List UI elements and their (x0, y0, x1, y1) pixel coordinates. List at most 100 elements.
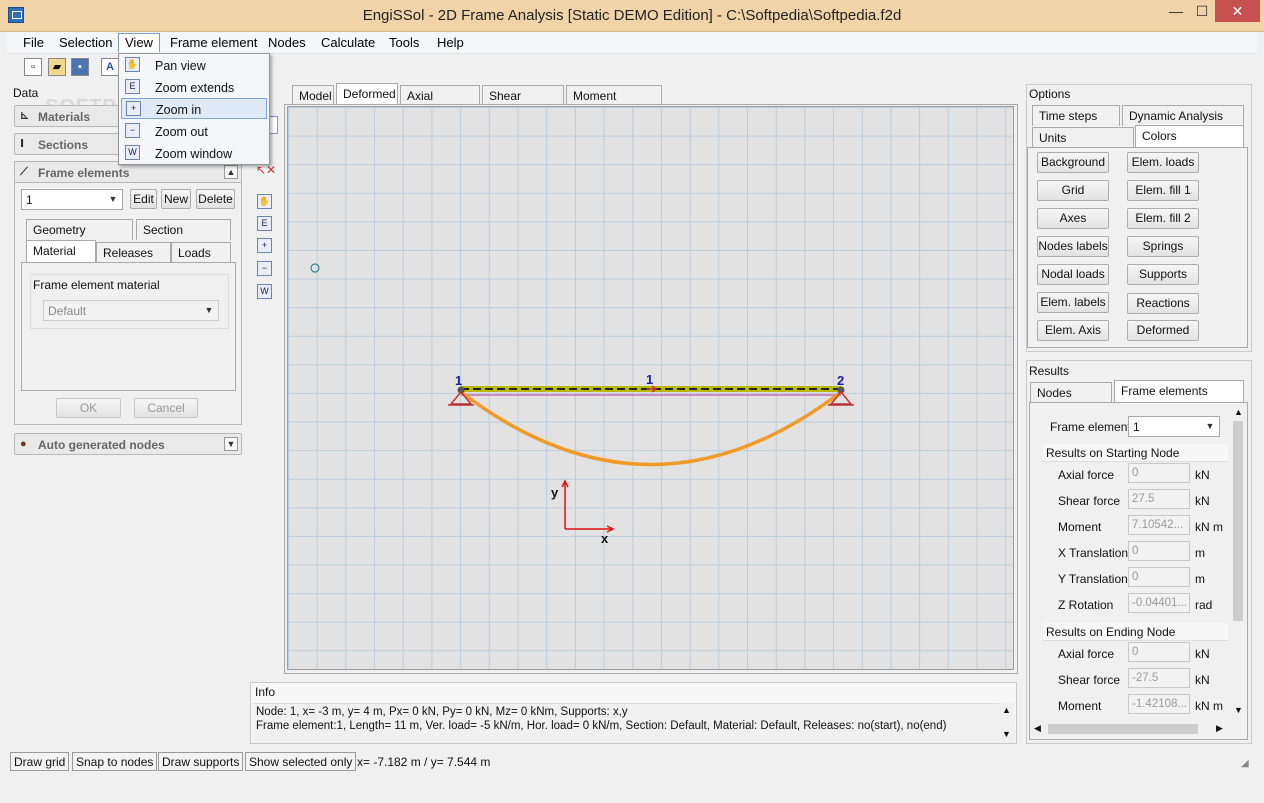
results-frame-element-select[interactable]: 1 ▼ (1128, 416, 1220, 437)
draw-supports-toggle[interactable]: Draw supports (158, 752, 244, 771)
tab-loads[interactable]: Loads (171, 242, 231, 263)
zoom-extends-icon: E (125, 79, 140, 94)
analysis-icon[interactable]: A (101, 58, 119, 76)
group-auto-generated-nodes[interactable]: ● Auto generated nodes ▼ (14, 433, 242, 455)
minimize-button[interactable]: — (1163, 0, 1189, 22)
color-elem-loads-button[interactable]: Elem. loads (1127, 152, 1199, 173)
color-supports-button[interactable]: Supports (1127, 264, 1199, 285)
snap-to-nodes-toggle[interactable]: Snap to nodes (72, 752, 158, 771)
tab-shear-diagram[interactable]: Shear diagram (482, 85, 564, 117)
close-button[interactable]: ✕ (1215, 0, 1260, 22)
cancel-button[interactable]: Cancel (134, 398, 198, 418)
results-vertical-scrollbar[interactable]: ▲ ▼ (1230, 403, 1246, 719)
menu-calculate[interactable]: Calculate (315, 34, 381, 53)
resize-grip-icon[interactable]: ◢ (1241, 758, 1249, 769)
start-shear-label: Shear force (1058, 494, 1121, 508)
menu-nodes[interactable]: Nodes (262, 34, 312, 53)
color-springs-button[interactable]: Springs (1127, 236, 1199, 257)
tab-colors[interactable]: Colors (1135, 125, 1244, 148)
chevron-up-icon[interactable]: ▲ (1002, 705, 1011, 715)
maximize-button[interactable]: ☐ (1189, 0, 1215, 22)
info-line-2: Frame element:1, Length= 11 m, Ver. load… (256, 720, 947, 732)
menu-bar: File Selection View Frame element Nodes … (7, 32, 1257, 54)
menu-item-zoom-in[interactable]: + Zoom in (121, 98, 267, 119)
new-file-icon[interactable]: ▫ (24, 58, 42, 76)
menu-item-zoom-extends[interactable]: E Zoom extends (121, 77, 267, 98)
scroll-thumb[interactable] (1233, 421, 1243, 621)
hand-icon[interactable]: ✋ (257, 194, 272, 209)
color-elem-axis-button[interactable]: Elem. Axis (1037, 320, 1109, 341)
tab-model[interactable]: Model (292, 85, 334, 106)
end-shear-unit: kN (1195, 673, 1210, 687)
menu-item-zoom-out[interactable]: − Zoom out (121, 121, 267, 142)
window-title: EngiSSol - 2D Frame Analysis [Static DEM… (362, 7, 902, 24)
open-folder-icon[interactable]: ▰ (48, 58, 66, 76)
materials-icon: ⊾ (20, 110, 30, 122)
chevron-down-icon[interactable]: ▼ (1234, 705, 1243, 715)
tab-dynamic-analysis[interactable]: Dynamic Analysis (1122, 105, 1244, 126)
info-text-area[interactable]: Node: 1, x= -3 m, y= 4 m, Px= 0 kN, Py= … (253, 703, 999, 743)
color-background-button[interactable]: Background (1037, 152, 1109, 173)
tab-axial-diagram[interactable]: Axial diagram (400, 85, 480, 117)
chevron-left-icon[interactable]: ◀ (1034, 723, 1041, 734)
delete-button[interactable]: Delete (196, 189, 235, 209)
tab-geometry[interactable]: Geometry (26, 219, 133, 240)
results-horizontal-scrollbar[interactable]: ◀ ▶ (1030, 721, 1230, 737)
end-results-title: Results on Ending Node (1043, 623, 1228, 641)
chevron-down-icon[interactable]: ▼ (1002, 729, 1011, 739)
chevron-down-icon[interactable]: ▼ (224, 437, 238, 451)
tab-frame-elements[interactable]: Frame elements (1114, 380, 1244, 403)
color-reactions-button[interactable]: Reactions (1127, 293, 1199, 314)
color-elem-labels-button[interactable]: Elem. labels (1037, 292, 1109, 313)
node-label-2: 2 (837, 373, 844, 388)
save-icon[interactable]: ▪ (71, 58, 89, 76)
tab-time-steps[interactable]: Time steps (1032, 105, 1120, 126)
color-elem-fill-1-button[interactable]: Elem. fill 1 (1127, 180, 1199, 201)
end-axial-label: Axial force (1058, 647, 1115, 661)
edit-button[interactable]: Edit (130, 189, 157, 209)
color-grid-button[interactable]: Grid (1037, 180, 1109, 201)
tab-releases[interactable]: Releases (96, 242, 171, 263)
material-select[interactable]: Default ▼ (43, 300, 219, 321)
hscroll-thumb[interactable] (1048, 724, 1198, 734)
menu-file[interactable]: File (17, 34, 50, 53)
zoom-out-icon[interactable]: − (257, 261, 272, 276)
new-button[interactable]: New (161, 189, 191, 209)
zoom-extends-icon[interactable]: E (257, 216, 272, 231)
ok-button[interactable]: OK (56, 398, 121, 418)
element-label-1: 1 (646, 372, 653, 387)
start-x-translation-value: 0 (1128, 541, 1190, 561)
chevron-up-icon[interactable]: ▲ (224, 165, 238, 179)
zoom-in-icon[interactable]: + (257, 238, 272, 253)
tab-nodes[interactable]: Nodes (1030, 382, 1112, 403)
menu-item-pan-view[interactable]: ✋ Pan view (121, 55, 267, 76)
show-selected-only-toggle[interactable]: Show selected only (245, 752, 357, 771)
drawing-canvas[interactable]: 1 1 2 x y (287, 106, 1014, 670)
chevron-up-icon[interactable]: ▲ (1234, 407, 1243, 417)
color-axes-button[interactable]: Axes (1037, 208, 1109, 229)
tab-material[interactable]: Material (26, 240, 96, 263)
tab-deformed[interactable]: Deformed (336, 83, 398, 106)
color-nodal-loads-button[interactable]: Nodal loads (1037, 264, 1109, 285)
tab-moment-diagram[interactable]: Moment diagram (566, 85, 662, 117)
tab-section[interactable]: Section (136, 219, 231, 240)
chevron-right-icon[interactable]: ▶ (1216, 723, 1223, 734)
menu-tools[interactable]: Tools (383, 34, 425, 53)
menu-item-zoom-window[interactable]: W Zoom window (121, 143, 267, 164)
delete-selection-icon[interactable]: ↖✕ (256, 163, 276, 177)
menu-help[interactable]: Help (431, 34, 470, 53)
zoom-in-icon: + (126, 101, 141, 116)
color-elem-fill-2-button[interactable]: Elem. fill 2 (1127, 208, 1199, 229)
draw-grid-toggle[interactable]: Draw grid (10, 752, 70, 771)
menu-selection[interactable]: Selection (53, 34, 118, 53)
info-scrollbar[interactable]: ▲ ▼ (999, 703, 1015, 743)
color-deformed-button[interactable]: Deformed (1127, 320, 1199, 341)
info-panel: Info Node: 1, x= -3 m, y= 4 m, Px= 0 kN,… (250, 682, 1017, 744)
start-shear-value: 27.5 (1128, 489, 1190, 509)
zoom-window-icon[interactable]: W (257, 284, 272, 299)
menu-frame-element[interactable]: Frame element (164, 34, 263, 53)
color-nodes-labels-button[interactable]: Nodes labels (1037, 236, 1109, 257)
tab-units[interactable]: Units (1032, 127, 1134, 148)
menu-view[interactable]: View (118, 33, 160, 52)
frame-element-select[interactable]: 1 ▼ (21, 189, 123, 210)
